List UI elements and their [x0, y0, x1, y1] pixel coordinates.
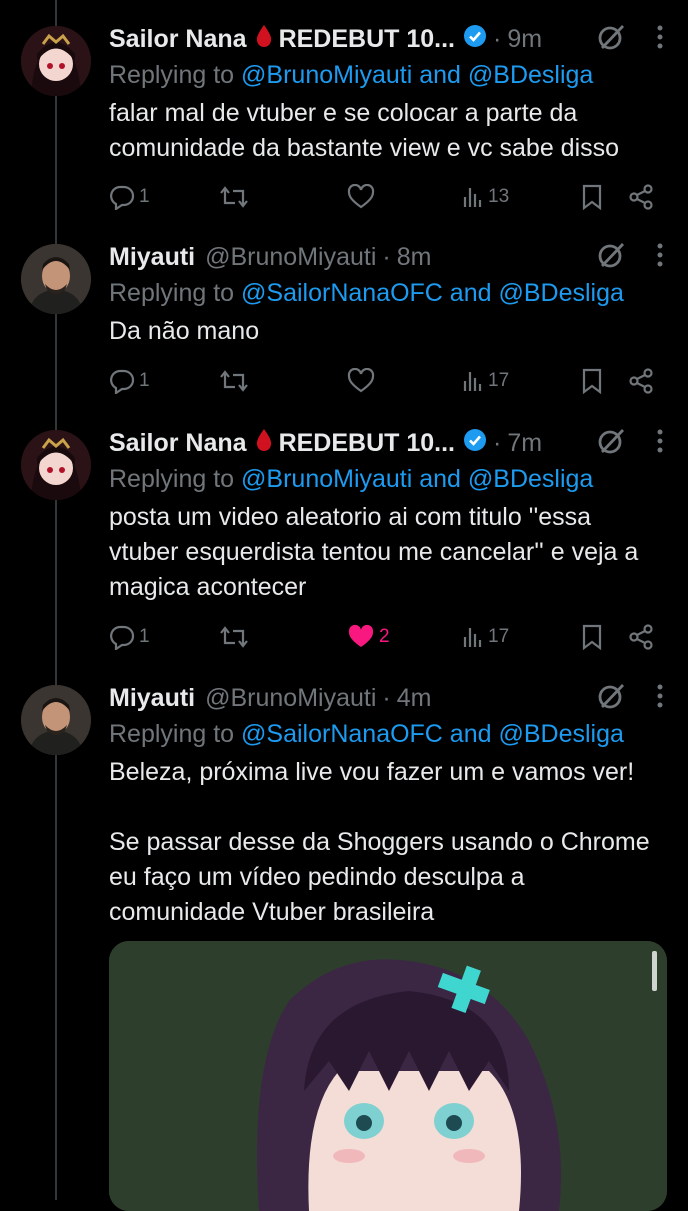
- grok-icon[interactable]: [596, 22, 626, 57]
- share-button[interactable]: [627, 363, 655, 399]
- avatar[interactable]: [21, 244, 91, 314]
- display-name[interactable]: Sailor Nana: [109, 429, 247, 458]
- bookmark-icon: [582, 368, 602, 394]
- display-name[interactable]: Sailor Nana: [109, 25, 247, 54]
- views-button[interactable]: 17: [462, 619, 509, 655]
- retweet-button[interactable]: [219, 619, 253, 655]
- replying-label: Replying to: [109, 61, 235, 89]
- replying-to: Replying to @SailorNanaOFC and @BDesliga: [109, 719, 664, 749]
- views-icon: [463, 628, 482, 647]
- reply-count: 1: [139, 370, 150, 391]
- separator-dot: ·: [493, 428, 502, 457]
- replying-label: Replying to: [109, 279, 235, 307]
- verified-icon: [463, 428, 487, 459]
- bookmark-button[interactable]: [581, 619, 603, 655]
- share-icon: [629, 368, 653, 394]
- views-count: 13: [488, 186, 510, 207]
- replying-links[interactable]: @SailorNanaOFC and @BDesliga: [241, 720, 624, 748]
- grok-icon[interactable]: [596, 681, 626, 716]
- views-button[interactable]: 17: [462, 363, 509, 399]
- blood-drop-icon: [255, 24, 273, 55]
- tweet-text: Da não mano: [109, 317, 260, 345]
- replying-to: Replying to @BrunoMiyauti and @BDesliga: [109, 464, 664, 494]
- separator-dot: ·: [382, 683, 391, 712]
- like-count: 2: [379, 626, 390, 647]
- separator-dot: ·: [493, 24, 502, 53]
- more-icon[interactable]: [656, 242, 664, 273]
- retweet-icon: [220, 370, 248, 392]
- reply-button[interactable]: 1: [109, 619, 150, 655]
- tweet-text-paragraph: Beleza, próxima live vou fazer um e vamo…: [109, 758, 635, 786]
- more-icon[interactable]: [656, 683, 664, 714]
- like-icon: [347, 184, 375, 209]
- timestamp[interactable]: 9m: [507, 25, 542, 54]
- views-icon: [463, 372, 482, 391]
- timestamp[interactable]: 4m: [397, 684, 432, 713]
- reply-button[interactable]: 1: [109, 179, 150, 215]
- tweet-text-paragraph: Se passar desse da Shoggers usando o Chr…: [109, 828, 650, 926]
- like-button[interactable]: [347, 363, 379, 399]
- grok-icon[interactable]: [596, 426, 626, 461]
- replying-label: Replying to: [109, 720, 235, 748]
- share-icon: [629, 184, 653, 210]
- grok-icon[interactable]: [596, 240, 626, 275]
- tweet-text: posta um video aleatorio ai com titulo '…: [109, 503, 639, 601]
- display-name[interactable]: Miyauti: [109, 243, 195, 272]
- share-button[interactable]: [627, 179, 655, 215]
- views-count: 17: [488, 626, 510, 647]
- display-name[interactable]: Miyauti: [109, 684, 195, 713]
- replying-links[interactable]: @BrunoMiyauti and @BDesliga: [241, 61, 593, 89]
- user-handle[interactable]: @BrunoMiyauti: [205, 684, 376, 713]
- retweet-button[interactable]: [219, 179, 253, 215]
- retweet-button[interactable]: [219, 363, 253, 399]
- bookmark-button[interactable]: [581, 363, 603, 399]
- more-icon[interactable]: [656, 428, 664, 459]
- like-icon: [348, 624, 374, 647]
- replying-to: Replying to @SailorNanaOFC and @BDesliga: [109, 278, 664, 308]
- bookmark-button[interactable]: [581, 179, 603, 215]
- views-icon: [463, 188, 482, 207]
- timestamp[interactable]: 7m: [507, 429, 542, 458]
- views-button[interactable]: 13: [462, 179, 509, 215]
- tweet-text: falar mal de vtuber e se colocar a parte…: [109, 99, 620, 162]
- display-name-suffix[interactable]: REDEBUT 10...: [279, 25, 455, 54]
- replying-label: Replying to: [109, 465, 235, 493]
- thread-line: [55, 0, 57, 1200]
- avatar[interactable]: [21, 26, 91, 96]
- avatar[interactable]: [21, 430, 91, 500]
- replying-to: Replying to @BrunoMiyauti and @BDesliga: [109, 60, 664, 90]
- more-icon[interactable]: [656, 24, 664, 55]
- like-button[interactable]: 2: [347, 619, 390, 655]
- reply-icon: [110, 625, 135, 650]
- reply-icon: [110, 369, 135, 394]
- share-button[interactable]: [627, 619, 655, 655]
- separator-dot: ·: [382, 242, 391, 271]
- replying-links[interactable]: @BrunoMiyauti and @BDesliga: [241, 465, 593, 493]
- bookmark-icon: [582, 184, 602, 210]
- share-icon: [629, 624, 653, 650]
- display-name-suffix[interactable]: REDEBUT 10...: [279, 429, 455, 458]
- like-icon: [347, 368, 375, 393]
- user-handle[interactable]: @BrunoMiyauti: [205, 243, 376, 272]
- reply-count: 1: [139, 186, 150, 207]
- bookmark-icon: [582, 624, 602, 650]
- blood-drop-icon: [255, 428, 273, 459]
- reply-icon: [110, 185, 135, 210]
- reply-count: 1: [139, 626, 150, 647]
- views-count: 17: [488, 370, 510, 391]
- retweet-icon: [220, 186, 248, 208]
- timestamp[interactable]: 8m: [397, 243, 432, 272]
- verified-icon: [463, 24, 487, 55]
- like-button[interactable]: [347, 179, 379, 215]
- retweet-icon: [220, 626, 248, 648]
- reply-button[interactable]: 1: [109, 363, 150, 399]
- tweet-media-image[interactable]: [109, 941, 667, 1211]
- avatar[interactable]: [21, 685, 91, 755]
- replying-links[interactable]: @SailorNanaOFC and @BDesliga: [241, 279, 624, 307]
